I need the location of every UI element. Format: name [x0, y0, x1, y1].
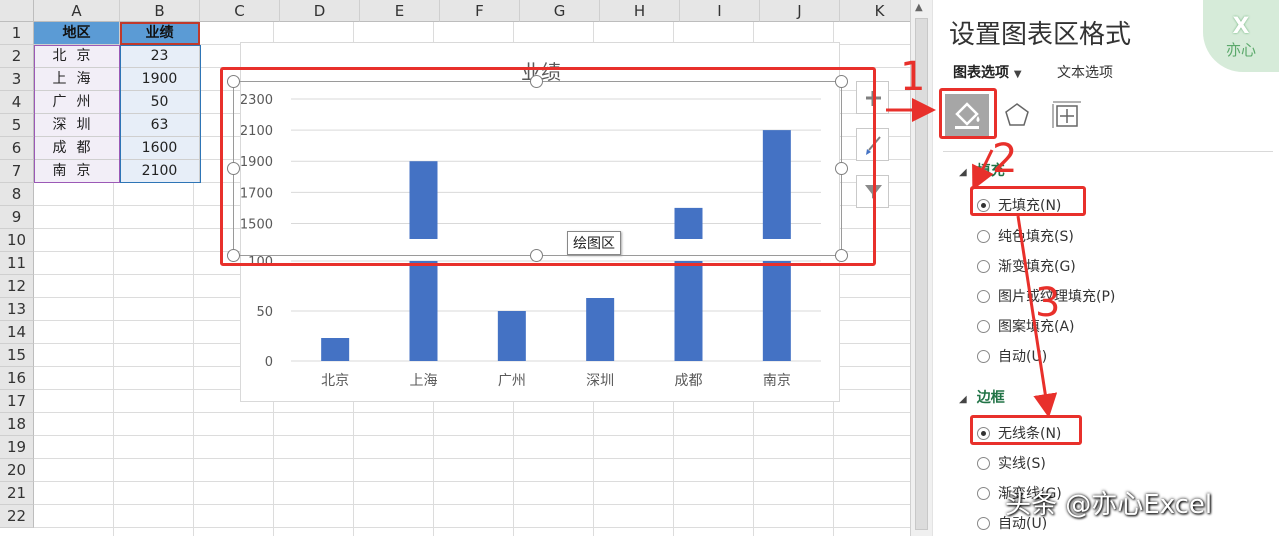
arrow-3 — [1016, 215, 1058, 418]
annotation-arrows — [886, 98, 1058, 418]
arrow-2 — [972, 149, 994, 191]
watermark: 头条 @亦心Excel — [1005, 490, 1213, 520]
